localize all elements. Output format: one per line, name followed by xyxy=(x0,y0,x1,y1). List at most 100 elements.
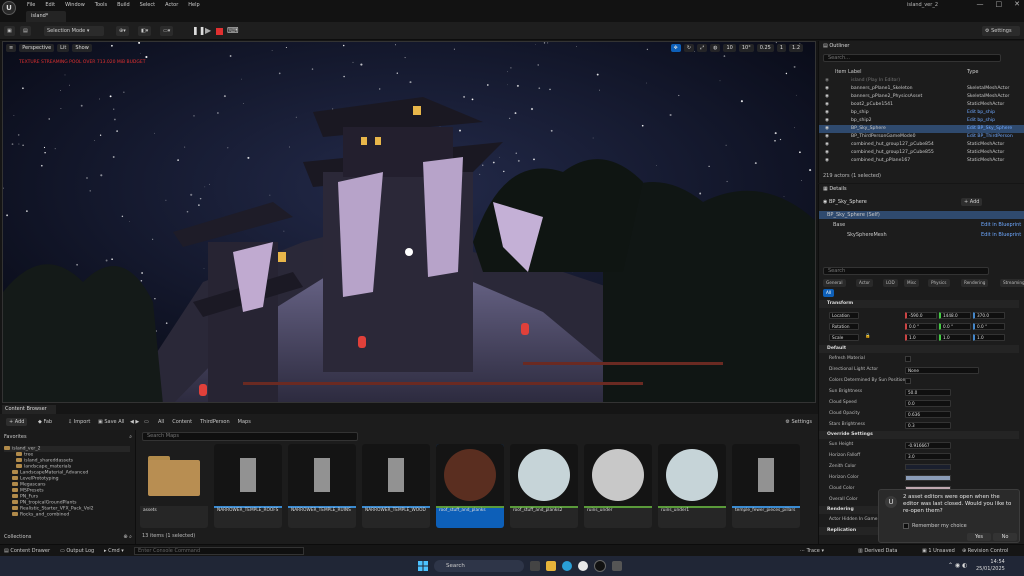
collections-header[interactable]: Collections ⊕ ⌕ xyxy=(4,534,132,540)
yes-button[interactable]: Yes xyxy=(967,533,991,541)
outliner-row[interactable]: ◉ boat2_pCube1541 StaticMeshActor xyxy=(819,101,1024,109)
category-tab[interactable]: Misc xyxy=(904,279,920,287)
save-all-button[interactable]: ▣ Save All xyxy=(98,419,124,425)
camera-speed-value[interactable]: 1 xyxy=(776,44,787,52)
property-number-field[interactable]: 50.0 xyxy=(905,388,951,396)
menu-select[interactable]: Select xyxy=(140,2,155,8)
default-section[interactable]: Default xyxy=(819,345,1019,353)
pause-icon[interactable]: ❚❚ xyxy=(192,26,205,36)
category-tab[interactable]: Physics xyxy=(928,279,950,287)
transform-section[interactable]: Transform xyxy=(819,300,1019,308)
world-icon[interactable]: ◍ xyxy=(710,44,721,52)
scale-x[interactable]: 1.0 xyxy=(905,333,937,341)
category-tab[interactable]: Rendering xyxy=(961,279,989,287)
outliner-row[interactable]: ◉ bp_ship2 Edit bp_ship xyxy=(819,117,1024,125)
edit-blueprint-link[interactable]: Edit BP_Sky_Sphere xyxy=(967,125,1012,133)
menu-file[interactable]: File xyxy=(27,2,35,8)
self-component-row[interactable]: BP_Sky_Sphere (Self) xyxy=(819,211,1024,219)
back-icon[interactable]: ◀ ▶ xyxy=(130,419,139,425)
lock-icon[interactable]: 🔒 xyxy=(865,332,870,342)
cb-settings-button[interactable]: ⚙ Settings xyxy=(785,419,812,425)
system-tray-icons[interactable]: ⌃ ◉ ◐ xyxy=(948,562,967,569)
property-checkbox[interactable] xyxy=(905,378,911,384)
asset-search-input[interactable]: Search Maps xyxy=(142,432,358,441)
asset-tile[interactable]: NARROWER_TEMPLE_WOOD xyxy=(362,444,430,528)
outliner-row[interactable]: ◉ BP_ThirdPersonGameMode0 Edit BP_ThirdPer… xyxy=(819,133,1024,141)
edit-blueprint-link[interactable]: Edit bp_ship xyxy=(967,117,995,125)
outliner-row[interactable]: ◉ BP_Sky_Sphere Edit BP_Sky_Sphere xyxy=(819,125,1024,133)
breadcrumb-all[interactable]: All xyxy=(158,419,164,425)
maximize-icon[interactable]: □ xyxy=(996,0,1003,8)
menu-actor[interactable]: Actor xyxy=(165,2,178,8)
asset-tile[interactable]: NARROWER_TEMPLE_ROOFS xyxy=(214,444,282,528)
save-icon[interactable]: ▣ xyxy=(4,26,15,36)
rotation-dropdown[interactable]: Rotation xyxy=(829,322,859,330)
menu-tools[interactable]: Tools xyxy=(95,2,107,8)
details-search-input[interactable]: Search xyxy=(823,267,989,275)
component-row[interactable]: Base Edit in Blueprint xyxy=(819,221,1024,229)
output-log-button[interactable]: ▭ Output Log xyxy=(60,548,94,554)
add-button[interactable]: + Add xyxy=(6,418,28,426)
visibility-eye-icon[interactable]: ◉ xyxy=(825,133,829,141)
console-input[interactable]: Enter Console Command xyxy=(134,547,304,555)
override-section[interactable]: Override Settings xyxy=(819,431,1019,439)
content-browser-tab[interactable]: Content Browser xyxy=(2,405,56,414)
gamepad-icon[interactable]: ⌨ xyxy=(227,26,239,35)
location-y[interactable]: 1448.0 xyxy=(939,311,971,319)
visibility-eye-icon[interactable]: ◉ xyxy=(825,93,829,101)
visibility-eye-icon[interactable]: ◉ xyxy=(825,117,829,125)
scale-y[interactable]: 1.0 xyxy=(939,333,971,341)
viewport-menu-button[interactable]: ≡ xyxy=(6,44,17,52)
visibility-eye-icon[interactable]: ◉ xyxy=(825,109,829,117)
edit-in-blueprint-link[interactable]: Edit in Blueprint xyxy=(981,221,1021,229)
outliner-row[interactable]: ◉ banners_pPlane1_Skeleton SkeletalMeshAct… xyxy=(819,85,1024,93)
outliner-row[interactable]: ◉ combined_hut_group127_pCube854 StaticMes… xyxy=(819,141,1024,149)
viewport-layout-value[interactable]: 1.2 xyxy=(789,44,803,52)
outliner-row[interactable]: ◉ combined_hut_pPlane167 StaticMeshActor xyxy=(819,157,1024,165)
cinematics-icon[interactable]: ▭▾ xyxy=(160,26,174,36)
visibility-eye-icon[interactable]: ◉ xyxy=(825,157,829,165)
minimize-icon[interactable]: — xyxy=(977,0,984,8)
asset-tile[interactable]: ruins_under1 xyxy=(658,444,726,528)
category-tab[interactable]: General xyxy=(823,279,846,287)
item-label-header[interactable]: Item Label xyxy=(835,68,861,76)
revision-control-button[interactable]: ⊕ Revision Control xyxy=(962,548,1008,554)
scale-snap-value[interactable]: 0.25 xyxy=(756,44,774,52)
breadcrumb-maps[interactable]: Maps xyxy=(238,419,251,425)
fab-button[interactable]: ◆ Fab xyxy=(38,419,52,425)
category-tab[interactable]: LOD xyxy=(883,279,898,287)
visibility-eye-icon[interactable]: ◉ xyxy=(825,149,829,157)
property-checkbox[interactable] xyxy=(905,356,911,362)
breadcrumb-thirdperson[interactable]: ThirdPerson xyxy=(200,419,230,425)
derived-data-button[interactable]: ▥ Derived Data xyxy=(858,548,897,554)
unsaved-button[interactable]: ▣ 1 Unsaved xyxy=(922,548,955,554)
visibility-eye-icon[interactable]: ◉ xyxy=(825,125,829,133)
edit-blueprint-link[interactable]: Edit bp_ship xyxy=(967,109,995,117)
app-icon[interactable] xyxy=(612,561,622,571)
outliner-row[interactable]: ◉ combined_hut_group127_pCube855 StaticMes… xyxy=(819,149,1024,157)
windows-start-icon[interactable] xyxy=(418,561,428,571)
taskbar-search[interactable]: Search xyxy=(434,560,524,572)
remember-checkbox[interactable] xyxy=(903,523,909,529)
unreal-logo-icon[interactable]: U xyxy=(2,1,16,15)
add-actor-icon[interactable]: ⊕▾ xyxy=(116,26,129,36)
unreal-taskbar-icon[interactable] xyxy=(594,560,606,572)
visibility-eye-icon[interactable]: ◉ xyxy=(825,141,829,149)
skip-icon[interactable]: ▶ xyxy=(205,26,211,35)
asset-tile[interactable]: temple_fewer_pieces_pillars xyxy=(732,444,800,528)
edit-blueprint-link[interactable]: Edit BP_ThirdPerson xyxy=(967,133,1013,141)
edit-in-blueprint-link[interactable]: Edit in Blueprint xyxy=(981,231,1021,239)
outliner-row[interactable]: ◉ island (Play In Editor) xyxy=(819,77,1024,85)
folder-tree-item[interactable]: Rocks_and_combined xyxy=(4,512,130,518)
cmd-dropdown[interactable]: ▸ Cmd ▾ xyxy=(104,548,124,554)
category-tab[interactable]: Streaming xyxy=(1000,279,1024,287)
rotation-x[interactable]: 0.0 ° xyxy=(905,322,937,330)
details-add-button[interactable]: + Add xyxy=(961,198,983,206)
level-viewport[interactable]: ≡ Perspective Lit Show ✥ ↻ ⤢ ◍ 10 10° 0.… xyxy=(2,41,816,403)
search-icon[interactable]: ⌕ xyxy=(129,434,132,440)
outliner-row[interactable]: ◉ bp_ship Edit bp_ship xyxy=(819,109,1024,117)
scale-dropdown[interactable]: Scale xyxy=(829,333,859,341)
task-view-icon[interactable] xyxy=(530,561,540,571)
no-button[interactable]: No xyxy=(993,533,1017,541)
show-button[interactable]: Show xyxy=(72,44,92,52)
